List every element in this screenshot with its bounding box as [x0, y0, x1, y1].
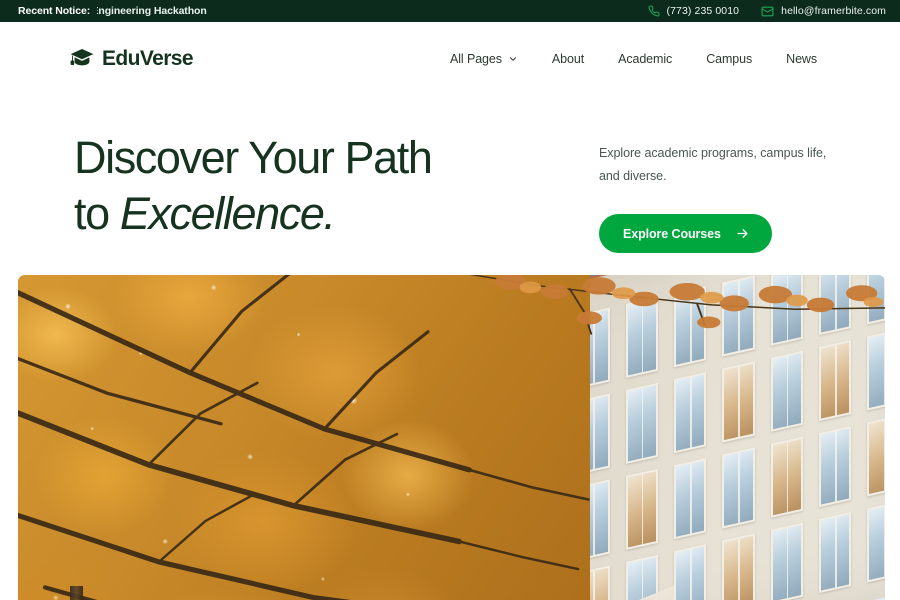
notice-contact-group: (773) 235 0010 hello@framerbite.com — [648, 5, 900, 18]
nav-label-campus: Campus — [706, 52, 753, 66]
hero-title-line2-italic: Excellence. — [119, 188, 336, 239]
hero-section: Discover Your Path to Excellence. Explor… — [0, 96, 900, 274]
notice-label: Recent Notice: — [18, 5, 91, 17]
explore-courses-button[interactable]: Explore Courses — [599, 214, 772, 253]
nav-label-news: News — [786, 52, 817, 66]
notice-phone-link[interactable]: (773) 235 0010 — [648, 5, 740, 17]
chevron-down-icon — [508, 54, 518, 64]
hero-title-line1: Discover Your Path — [74, 132, 433, 183]
nav-item-news[interactable]: News — [769, 46, 834, 72]
photo-tree-trunk-1 — [70, 585, 84, 600]
nav-label-academic: Academic — [618, 52, 673, 66]
nav-item-all-pages[interactable]: All Pages — [433, 46, 535, 72]
phone-icon — [648, 5, 660, 17]
page-title: Discover Your Path to Excellence. — [74, 130, 544, 242]
notice-left-group: Recent Notice: ware Engineering Hackatho… — [0, 4, 648, 18]
main-navigation: All Pages About Academic Campus News — [433, 46, 834, 72]
nav-label-about: About — [551, 52, 585, 66]
notice-email-link[interactable]: hello@framerbite.com — [761, 5, 886, 18]
hero-description: Explore academic programs, campus life, … — [599, 146, 827, 183]
nav-item-academic[interactable]: Academic — [601, 46, 689, 72]
mail-icon — [761, 5, 774, 18]
notice-marquee-text: ware Engineering Hackathon — [97, 5, 207, 17]
logo[interactable]: EduVerse — [70, 47, 194, 71]
campus-photo — [18, 275, 885, 600]
logo-text: EduVerse — [102, 47, 194, 70]
hero-image — [18, 275, 885, 600]
explore-courses-label: Explore Courses — [623, 226, 721, 241]
hero-right: Explore academic programs, campus life, … — [544, 96, 830, 274]
photo-overhanging-leaves — [471, 275, 885, 335]
hero-left: Discover Your Path to Excellence. — [74, 96, 544, 274]
nav-item-campus[interactable]: Campus — [689, 46, 769, 72]
notice-marquee: ware Engineering Hackathon — [97, 4, 647, 18]
graduation-cap-icon — [70, 48, 94, 70]
page-root: Recent Notice: ware Engineering Hackatho… — [0, 0, 900, 600]
hero-title-line2-prefix: to — [74, 188, 120, 239]
arrow-right-icon — [735, 226, 750, 241]
nav-item-about[interactable]: About — [535, 46, 601, 72]
notice-email-text: hello@framerbite.com — [781, 5, 886, 17]
notice-phone-text: (773) 235 0010 — [666, 5, 740, 17]
nav-label-all-pages: All Pages — [450, 52, 502, 66]
site-header: EduVerse All Pages About Academic Campus — [0, 22, 900, 96]
top-notice-bar: Recent Notice: ware Engineering Hackatho… — [0, 0, 900, 22]
